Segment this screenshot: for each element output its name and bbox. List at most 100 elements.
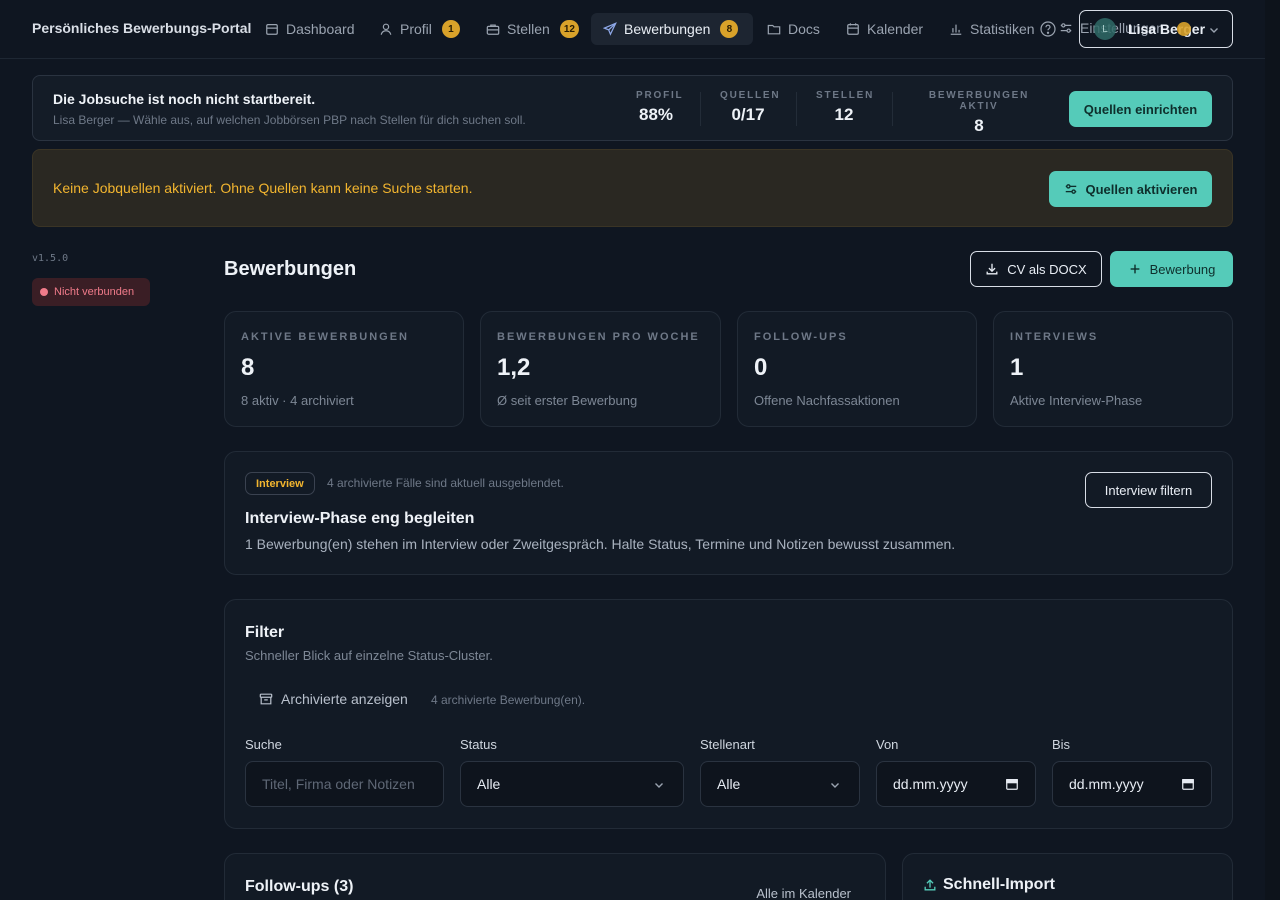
search-input[interactable]: Titel, Firma oder Notizen <box>245 761 444 807</box>
stat-bewerbungen-label: BEWERBUNGEN AKTIV <box>928 90 1030 112</box>
nav-kalender[interactable]: Kalender <box>834 13 935 45</box>
calendar-link[interactable]: Alle im Kalender <box>756 886 851 900</box>
stat-bewerbungen-aktiv: BEWERBUNGEN AKTIV 8 <box>912 90 1046 136</box>
sliders-icon <box>1065 184 1076 194</box>
status-dot <box>40 288 48 296</box>
filter-title: Filter <box>245 624 285 641</box>
nav-profil[interactable]: Profil 1 <box>367 13 472 45</box>
readiness-card: Die Jobsuche ist noch nicht startbereit.… <box>32 75 1233 141</box>
kpi-value: 0 <box>754 354 768 381</box>
filter-subtitle: Schneller Blick auf einzelne Status-Clus… <box>245 648 493 663</box>
help-icon[interactable] <box>1040 21 1056 37</box>
export-cv-button[interactable]: CV als DOCX <box>970 251 1102 287</box>
status-label: Status <box>460 737 497 752</box>
kpi-subtext: Ø seit erster Bewerbung <box>497 393 638 408</box>
scrollbar[interactable] <box>1265 0 1280 900</box>
job-type-select-value: Alle <box>717 776 741 792</box>
new-application-label: Bewerbung <box>1149 261 1216 277</box>
bar-chart-icon <box>950 24 962 35</box>
kpi-subtext: Offene Nachfassaktionen <box>754 393 900 408</box>
sliders-icon <box>1060 23 1072 33</box>
bewerbungen-badge: 8 <box>720 20 739 38</box>
quick-import-card: Schnell-Import <box>902 853 1233 900</box>
calendar-icon <box>266 24 278 35</box>
user-icon <box>380 23 392 35</box>
nav-docs-label: Docs <box>788 21 820 37</box>
kpi-applications-per-week: BEWERBUNGEN PRO WOCHE 1,2 Ø seit erster … <box>480 311 721 427</box>
nav-dashboard[interactable]: Dashboard <box>253 13 367 45</box>
setup-sources-button[interactable]: Quellen einrichten <box>1069 91 1212 127</box>
user-notification-dot <box>1177 22 1191 36</box>
stat-profil-label: PROFIL <box>636 90 684 101</box>
divider <box>892 92 893 126</box>
avatar: L <box>1094 18 1116 40</box>
profil-badge: 1 <box>441 20 460 38</box>
user-menu[interactable]: L Lisa Berger <box>1079 10 1233 48</box>
top-navigation: Persönliches Bewerbungs-Portal Dashboard… <box>0 0 1265 59</box>
nav-statistiken[interactable]: Statistiken <box>937 13 1047 45</box>
nav-dashboard-label: Dashboard <box>286 21 355 37</box>
kpi-follow-ups: FOLLOW-UPS 0 Offene Nachfassaktionen <box>737 311 977 427</box>
nav-stellen-label: Stellen <box>507 21 550 37</box>
interview-pill: Interview <box>245 472 315 495</box>
readiness-subtitle: Lisa Berger — Wähle aus, auf welchen Job… <box>53 113 526 127</box>
kpi-label: AKTIVE BEWERBUNGEN <box>241 331 410 343</box>
user-name: Lisa Berger <box>1128 21 1206 37</box>
show-archived-button[interactable]: Archivierte anzeigen <box>259 691 408 707</box>
upload-icon <box>924 879 936 891</box>
nav-stellen[interactable]: Stellen 12 <box>474 13 591 45</box>
stat-quellen-value: 0/17 <box>731 105 765 124</box>
divider <box>700 92 701 126</box>
kpi-label: INTERVIEWS <box>1010 331 1099 343</box>
date-to-input[interactable]: dd.mm.yyyy <box>1052 761 1212 807</box>
interview-description: 1 Bewerbung(en) stehen im Interview oder… <box>245 536 956 552</box>
export-cv-label: CV als DOCX <box>1007 261 1087 277</box>
connection-status-badge: Nicht verbunden <box>32 278 150 306</box>
date-from-label: Von <box>876 737 899 752</box>
nav-bewerbungen-label: Bewerbungen <box>624 21 711 37</box>
calendar-icon[interactable] <box>1181 777 1195 791</box>
search-placeholder: Titel, Firma oder Notizen <box>262 776 415 792</box>
kpi-subtext: Aktive Interview-Phase <box>1010 393 1143 408</box>
date-from-input[interactable]: dd.mm.yyyy <box>876 761 1036 807</box>
job-type-select[interactable]: Alle <box>700 761 860 807</box>
new-application-button[interactable]: Bewerbung <box>1110 251 1233 287</box>
kpi-label: BEWERBUNGEN PRO WOCHE <box>497 331 700 343</box>
show-archived-label: Archivierte anzeigen <box>281 691 408 707</box>
calendar-icon[interactable] <box>1005 777 1019 791</box>
warning-banner: Keine Jobquellen aktiviert. Ohne Quellen… <box>32 149 1233 227</box>
stat-profil: PROFIL 88% <box>636 90 684 125</box>
stat-quellen: QUELLEN 0/17 <box>720 90 781 125</box>
activate-sources-button[interactable]: Quellen aktivieren <box>1049 171 1212 207</box>
nav-bewerbungen[interactable]: Bewerbungen 8 <box>591 13 753 45</box>
app-brand[interactable]: Persönliches Bewerbungs-Portal <box>32 20 251 36</box>
stat-profil-value: 88% <box>638 105 674 124</box>
nav-statistiken-label: Statistiken <box>970 21 1035 37</box>
page-title: Bewerbungen <box>224 258 357 280</box>
date-to-value: dd.mm.yyyy <box>1069 776 1144 792</box>
download-icon <box>986 263 998 275</box>
date-from-value: dd.mm.yyyy <box>893 776 968 792</box>
stat-stellen: STELLEN 12 <box>816 90 872 125</box>
kpi-label: FOLLOW-UPS <box>754 331 848 343</box>
filter-interview-button[interactable]: Interview filtern <box>1085 472 1212 508</box>
interview-title: Interview-Phase eng begleiten <box>245 510 475 527</box>
divider <box>796 92 797 126</box>
job-type-label: Stellenart <box>700 737 755 752</box>
stat-stellen-label: STELLEN <box>816 90 875 101</box>
app-version: v1.5.0 <box>32 253 69 264</box>
stat-quellen-label: QUELLEN <box>720 90 781 101</box>
briefcase-icon <box>486 24 500 35</box>
send-icon <box>603 22 617 36</box>
quick-import-title: Schnell-Import <box>943 876 1056 893</box>
connection-status-label: Nicht verbunden <box>54 286 135 298</box>
nav-docs[interactable]: Docs <box>755 13 832 45</box>
follow-ups-title: Follow-ups (3) <box>245 878 354 895</box>
kpi-value: 8 <box>241 354 255 381</box>
calendar-icon <box>847 23 859 35</box>
chevron-down-icon <box>831 783 839 788</box>
kpi-interviews: INTERVIEWS 1 Aktive Interview-Phase <box>993 311 1233 427</box>
kpi-value: 1 <box>1010 354 1024 381</box>
status-select[interactable]: Alle <box>460 761 684 807</box>
plus-icon <box>1130 264 1139 274</box>
